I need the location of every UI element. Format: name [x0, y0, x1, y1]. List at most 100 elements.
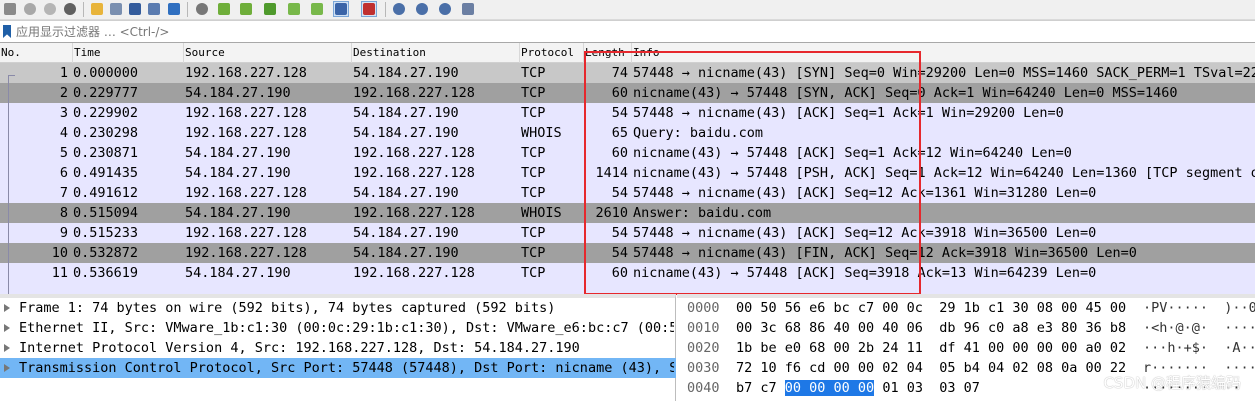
display-filter-bar: 应用显示过滤器 … <Ctrl-/>: [0, 20, 1255, 43]
packet-row[interactable]: 4 0.230298 192.168.227.128 54.184.27.190 WHO…: [0, 123, 1255, 143]
zoom-in-icon[interactable]: [391, 1, 407, 17]
packet-cell-destination: 192.168.227.128: [353, 205, 475, 221]
column-header-time[interactable]: Time: [72, 43, 183, 63]
packet-cell-no: 5: [59, 145, 68, 161]
packet-cell-time: 0.230298: [73, 125, 139, 141]
stop-capture-icon[interactable]: [2, 1, 18, 17]
bytes-offset: 0030: [687, 360, 720, 376]
packet-row[interactable]: 2 0.229777 54.184.27.190 192.168.227.128 TCP…: [0, 83, 1255, 103]
bytes-row: 0020 1b be e0 68 00 2b 24 11 df 41 00 00…: [677, 338, 1255, 358]
open-file-icon[interactable]: [89, 1, 105, 17]
packet-cell-length: 60: [611, 265, 628, 281]
packet-cell-source: 54.184.27.190: [185, 165, 291, 181]
display-filter-input[interactable]: 应用显示过滤器 … <Ctrl-/>: [16, 23, 1248, 41]
packet-row[interactable]: 1 0.000000 192.168.227.128 54.184.27.190 TCP…: [0, 63, 1255, 83]
column-header-no[interactable]: No.: [0, 43, 72, 63]
auto-scroll-icon[interactable]: [333, 1, 349, 17]
conversation-bracket-top: [8, 75, 15, 76]
bytes-offset: 0010: [687, 320, 720, 336]
detail-tcp[interactable]: Transmission Control Protocol, Src Port:…: [0, 358, 676, 378]
packet-cell-length: 2610: [595, 205, 628, 221]
column-header-protocol[interactable]: Protocol: [519, 43, 583, 63]
packet-cell-length: 65: [611, 125, 628, 141]
bytes-ascii[interactable]: ·PV····· )··0··E·: [1143, 298, 1255, 318]
colorize-icon[interactable]: [361, 1, 377, 17]
reload-capture-icon[interactable]: [42, 1, 58, 17]
bytes-row: 0010 00 3c 68 86 40 00 40 06 db 96 c0 a8…: [677, 318, 1255, 338]
packet-cell-info: nicname(43) → 57448 [ACK] Seq=1 Ack=12 W…: [633, 145, 1072, 161]
expand-arrow-icon[interactable]: [4, 324, 10, 332]
packet-cell-protocol: TCP: [521, 145, 546, 161]
packet-cell-time: 0.229777: [73, 85, 139, 101]
column-header-length[interactable]: Length: [583, 43, 631, 63]
packet-row[interactable]: 10 0.532872 192.168.227.128 54.184.27.190 TC…: [0, 243, 1255, 263]
packet-row[interactable]: 8 0.515094 54.184.27.190 192.168.227.128 WHO…: [0, 203, 1255, 223]
packet-cell-destination: 192.168.227.128: [353, 265, 475, 281]
column-header-info[interactable]: Info: [631, 43, 1255, 63]
bytes-hex[interactable]: 72 10 f6 cd 00 00 02 04 05 b4 04 02 08 0…: [736, 358, 1126, 378]
export-file-icon[interactable]: [146, 1, 162, 17]
column-header-source[interactable]: Source: [183, 43, 351, 63]
column-header-destination[interactable]: Destination: [351, 43, 519, 63]
detail-ethernet[interactable]: Ethernet II, Src: VMware_1b:c1:30 (00:0c…: [0, 318, 676, 338]
packet-cell-length: 54: [611, 225, 628, 241]
packet-row[interactable]: 3 0.229902 192.168.227.128 54.184.27.190 TCP…: [0, 103, 1255, 123]
packet-cell-time: 0.230871: [73, 145, 139, 161]
packet-cell-destination: 192.168.227.128: [353, 165, 475, 181]
packet-cell-protocol: TCP: [521, 165, 546, 181]
packet-cell-no: 2: [59, 85, 68, 101]
go-forward-icon[interactable]: [238, 1, 254, 17]
close-file-icon[interactable]: [127, 1, 143, 17]
toolbar-separator: [83, 2, 84, 17]
packet-row[interactable]: 11 0.536619 54.184.27.190 192.168.227.128 TC…: [0, 263, 1255, 283]
expand-arrow-icon[interactable]: [4, 344, 10, 352]
go-to-packet-icon[interactable]: [262, 1, 278, 17]
go-back-icon[interactable]: [216, 1, 232, 17]
go-first-icon[interactable]: [286, 1, 302, 17]
bytes-hex[interactable]: 1b be e0 68 00 2b 24 11 df 41 00 00 00 0…: [736, 338, 1126, 358]
restart-capture-icon[interactable]: [22, 1, 38, 17]
capture-options-icon[interactable]: [62, 1, 78, 17]
packet-cell-info: 57448 → nicname(43) [ACK] Seq=1 Ack=1 Wi…: [633, 105, 1064, 121]
reload-file-icon[interactable]: [166, 1, 182, 17]
packet-cell-protocol: TCP: [521, 65, 546, 81]
packet-row[interactable]: 5 0.230871 54.184.27.190 192.168.227.128 TCP…: [0, 143, 1255, 163]
bytes-hex-selected: 00 00 00 00: [784, 380, 875, 396]
go-last-icon[interactable]: [309, 1, 325, 17]
detail-frame[interactable]: Frame 1: 74 bytes on wire (592 bits), 74…: [0, 298, 676, 318]
bytes-hex[interactable]: 00 3c 68 86 40 00 40 06 db 96 c0 a8 e3 8…: [736, 318, 1126, 338]
packet-details-pane: Frame 1: 74 bytes on wire (592 bits), 74…: [0, 294, 676, 401]
packet-cell-source: 192.168.227.128: [185, 65, 307, 81]
bytes-ascii[interactable]: ···h·+$· ·A······: [1143, 338, 1255, 358]
packet-row[interactable]: 9 0.515233 192.168.227.128 54.184.27.190 TCP…: [0, 223, 1255, 243]
bytes-hex[interactable]: 00 50 56 e6 bc c7 00 0c 29 1b c1 30 08 0…: [736, 298, 1126, 318]
detail-ipv4[interactable]: Internet Protocol Version 4, Src: 192.16…: [0, 338, 676, 358]
detail-tcp-text: Transmission Control Protocol, Src Port:…: [19, 360, 674, 376]
packet-list[interactable]: No. Time Source Destination Protocol Len…: [0, 43, 1255, 294]
resize-columns-icon[interactable]: [460, 1, 476, 17]
toolbar-separator: [385, 2, 386, 17]
zoom-normal-icon[interactable]: [437, 1, 453, 17]
packet-cell-length: 54: [611, 245, 628, 261]
find-packet-icon[interactable]: [194, 1, 210, 17]
packet-rows: 1 0.000000 192.168.227.128 54.184.27.190 TCP…: [0, 63, 1255, 283]
packet-cell-protocol: TCP: [521, 225, 546, 241]
bytes-hex[interactable]: b7 c7 00 00 00 00 01 03 03 07: [736, 378, 980, 398]
expand-arrow-icon[interactable]: [4, 364, 10, 372]
packet-cell-info: 57448 → nicname(43) [ACK] Seq=12 Ack=391…: [633, 225, 1097, 241]
zoom-out-icon[interactable]: [414, 1, 430, 17]
packet-row[interactable]: 6 0.491435 54.184.27.190 192.168.227.128 TCP…: [0, 163, 1255, 183]
packet-cell-protocol: WHOIS: [521, 125, 562, 141]
bytes-ascii[interactable]: ·<h·@·@· ······6·: [1143, 318, 1255, 338]
packet-row[interactable]: 7 0.491612 192.168.227.128 54.184.27.190 TCP…: [0, 183, 1255, 203]
bookmark-icon[interactable]: [3, 25, 11, 38]
save-file-icon[interactable]: [108, 1, 124, 17]
packet-list-header: No. Time Source Destination Protocol Len…: [0, 43, 1255, 63]
bytes-hex-before: b7 c7: [736, 380, 785, 396]
packet-cell-length: 54: [611, 185, 628, 201]
expand-arrow-icon[interactable]: [4, 304, 10, 312]
packet-cell-source: 192.168.227.128: [185, 185, 307, 201]
packet-cell-destination: 54.184.27.190: [353, 105, 459, 121]
packet-cell-destination: 54.184.27.190: [353, 65, 459, 81]
packet-cell-source: 192.168.227.128: [185, 105, 307, 121]
